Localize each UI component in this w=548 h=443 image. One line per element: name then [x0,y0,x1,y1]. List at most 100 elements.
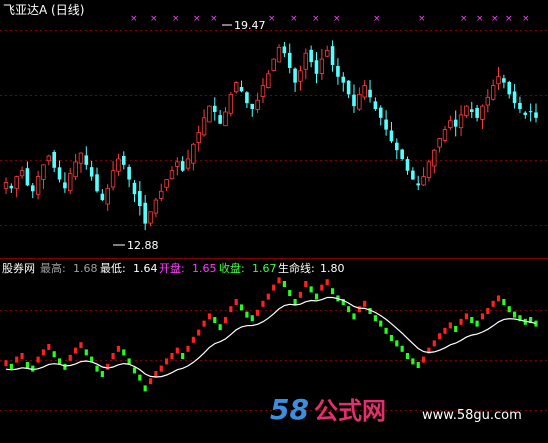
indicator-block [443,327,447,334]
legend-open-value: 1.65 [192,262,217,275]
signal-marker: × [312,14,320,24]
indicator-block [330,288,335,295]
indicator-block [304,281,308,287]
legend-high-value: 1.68 [73,262,98,275]
candle-body [159,190,164,199]
candle-body [41,164,46,180]
signal-marker: × [150,14,158,24]
candle-body [346,80,351,95]
signal-marker: × [460,14,468,24]
indicator-block [384,327,388,334]
signal-marker: × [172,14,180,24]
indicator-block [154,371,158,377]
indicator-block [309,286,313,293]
indicator-block [261,300,265,307]
indicator-block [63,363,67,370]
candle-body [352,94,356,107]
candle-body [196,132,201,143]
indicator-block [57,358,62,365]
indicator-block [191,336,195,343]
candle-body [314,60,319,74]
indicator-block [314,293,319,300]
legend-lifeline-value: 1.80 [320,262,345,275]
indicator-block [138,374,142,381]
candle-body [421,176,426,186]
legend-low-label: 最低: [100,262,126,275]
indicator-block [277,277,281,284]
indicator-block [122,349,126,356]
indicator-legend: 最高: 1.68 最低: 1.64 开盘: 1.65 收盘: 1.67 生命线:… [40,261,345,275]
indicator-block [245,311,249,318]
candle-body [416,183,421,186]
indicator-block [357,306,361,313]
candle-body [287,52,292,68]
candle-body [453,119,458,127]
legend-low-value: 1.64 [133,262,158,275]
signal-marker: × [268,14,276,24]
indicator-block [470,317,474,323]
indicator-name: 股券网 [2,261,35,275]
signal-marker: × [373,14,381,24]
candle-body [46,155,52,162]
signal-marker: × [290,14,298,24]
signal-marker: × [210,14,218,24]
indicator-block [373,315,377,322]
candle-body [464,105,469,117]
candle-body [212,105,217,112]
candle-body [110,170,116,188]
indicator-block [186,345,190,352]
candle-body [191,143,196,164]
candle-body [319,58,325,74]
candle-body [260,85,266,97]
indicator-block [454,326,458,332]
candle-body [255,99,260,110]
legend-lifeline-label: 生命线: [278,261,315,275]
indicator-block [400,345,404,352]
candle-body [132,182,137,195]
candle-body [57,167,62,180]
candle-body [78,152,84,164]
indicator-block [116,345,121,352]
candle-body [341,76,346,83]
candle-body [234,82,239,93]
candle-body [63,182,67,189]
indicator-block [4,360,8,367]
signal-marker: × [130,14,138,24]
watermark-logo-number: 58 [270,393,309,426]
signal-marker: × [333,14,341,24]
candle-body [276,46,282,63]
indicator-block [298,291,303,298]
indicator-block [288,290,292,296]
candle-body [309,49,313,63]
candle-body [469,109,474,112]
indicator-block [282,281,286,287]
candle-body [378,107,383,118]
indicator-block [234,299,238,305]
indicator-block [41,349,46,356]
candle-body [19,170,25,177]
signal-marker: × [418,14,426,24]
indicator-block [47,344,51,350]
indicator-block [491,300,495,307]
indicator-block [68,354,72,361]
candle-body [14,176,19,189]
indicator-block [389,335,394,341]
indicator-block [197,329,201,336]
indicator-block [363,300,367,307]
candle-body [528,111,533,113]
indicator-block [379,320,383,327]
indicator-block [502,299,506,305]
indicator-block [293,299,297,305]
indicator-block [159,365,163,372]
candle-body [458,114,464,129]
candle-body [52,152,56,168]
candle-body [25,168,30,186]
indicator-block [202,320,206,327]
candle-body [368,89,372,98]
indicator-block [352,313,356,320]
indicator-block [266,293,270,300]
signal-marker: × [491,14,499,24]
indicator-block [84,349,88,356]
candle-body [223,111,228,127]
signal-marker: × [193,14,201,24]
